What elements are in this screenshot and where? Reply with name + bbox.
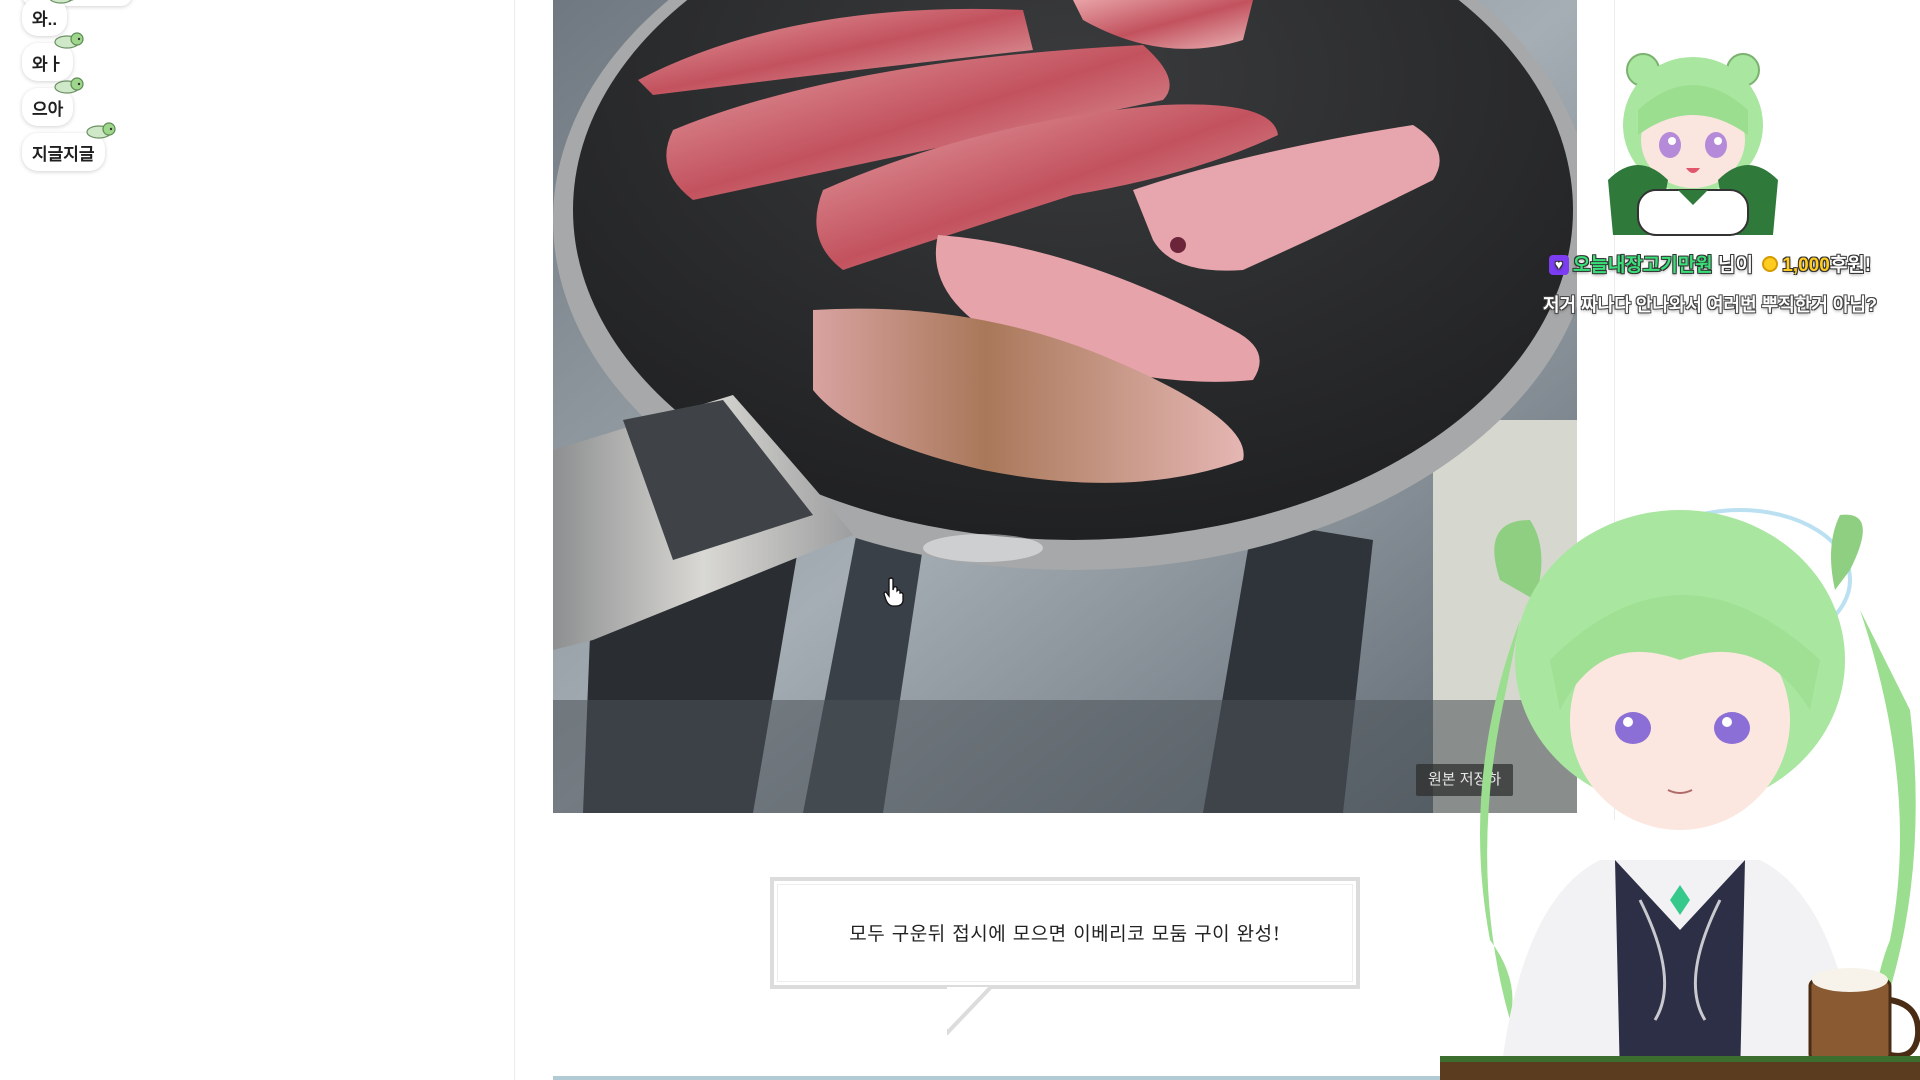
donation-unit: 후원! (1829, 255, 1872, 276)
mascot-chibi-icon (1608, 53, 1778, 236)
donation-line: ♥ 오늘내장고기만원 님이 1,000후원! (1500, 250, 1920, 277)
content-divider (514, 0, 515, 1080)
chat-message-text: 으아 (32, 100, 64, 119)
caption-tail (947, 985, 993, 1035)
chat-message-text: 와.. (32, 10, 58, 29)
chat-bubble: 으아 (22, 77, 84, 126)
chat-row: 지글지글 (22, 122, 222, 178)
vtuber-avatar (1440, 508, 1920, 1080)
donation-amount: 1,000 (1782, 255, 1830, 276)
donation-message: 저거 짜나다 안나와서 여러번 뿌직한거 아님? (1542, 295, 1878, 315)
caption-box: 모두 구운뒤 접시에 모으면 이베리코 모둠 구이 완성! (770, 877, 1360, 989)
caption-text: 모두 구운뒤 접시에 모으면 이베리코 모둠 구이 완성! (849, 923, 1281, 945)
coin-icon (1762, 256, 1779, 272)
chat-mascot-icon (54, 32, 84, 49)
chat-row: 와ㅏ (22, 32, 222, 88)
photo-pan-with-meat (553, 0, 1577, 813)
chat-row: 와.. (22, 0, 222, 43)
chat-row: 으아 (22, 77, 222, 133)
post-photo[interactable] (553, 0, 1577, 813)
chat-message-text: 지글지글 (32, 145, 95, 164)
donation-suffix: 님이 (1718, 255, 1753, 276)
hand-cursor-icon (883, 577, 904, 607)
screen: 와.. 와ㅏ 으아 지글지글 원본 저장하 모두 구운뒤 접시에 모으면 이베리… (0, 0, 1920, 1080)
chat-mascot-icon (49, 0, 74, 4)
chat-bubble: 지글지글 (22, 122, 116, 171)
chat-mascot-icon (85, 122, 116, 139)
section-divider (553, 1076, 1458, 1080)
donor-name: 오늘내장고기만원 (1572, 255, 1713, 276)
chat-mascot-icon (54, 77, 84, 94)
heart-icon: ♥ (1548, 255, 1569, 275)
chat-message-text: 와ㅏ (32, 55, 64, 74)
chat-overlay: 와.. 와ㅏ 으아 지글지글 (22, 0, 222, 178)
donation-alert: ♥ 오늘내장고기만원 님이 1,000후원! 저거 짜나다 안나와서 여러번 뿌직… (1500, 250, 1920, 317)
